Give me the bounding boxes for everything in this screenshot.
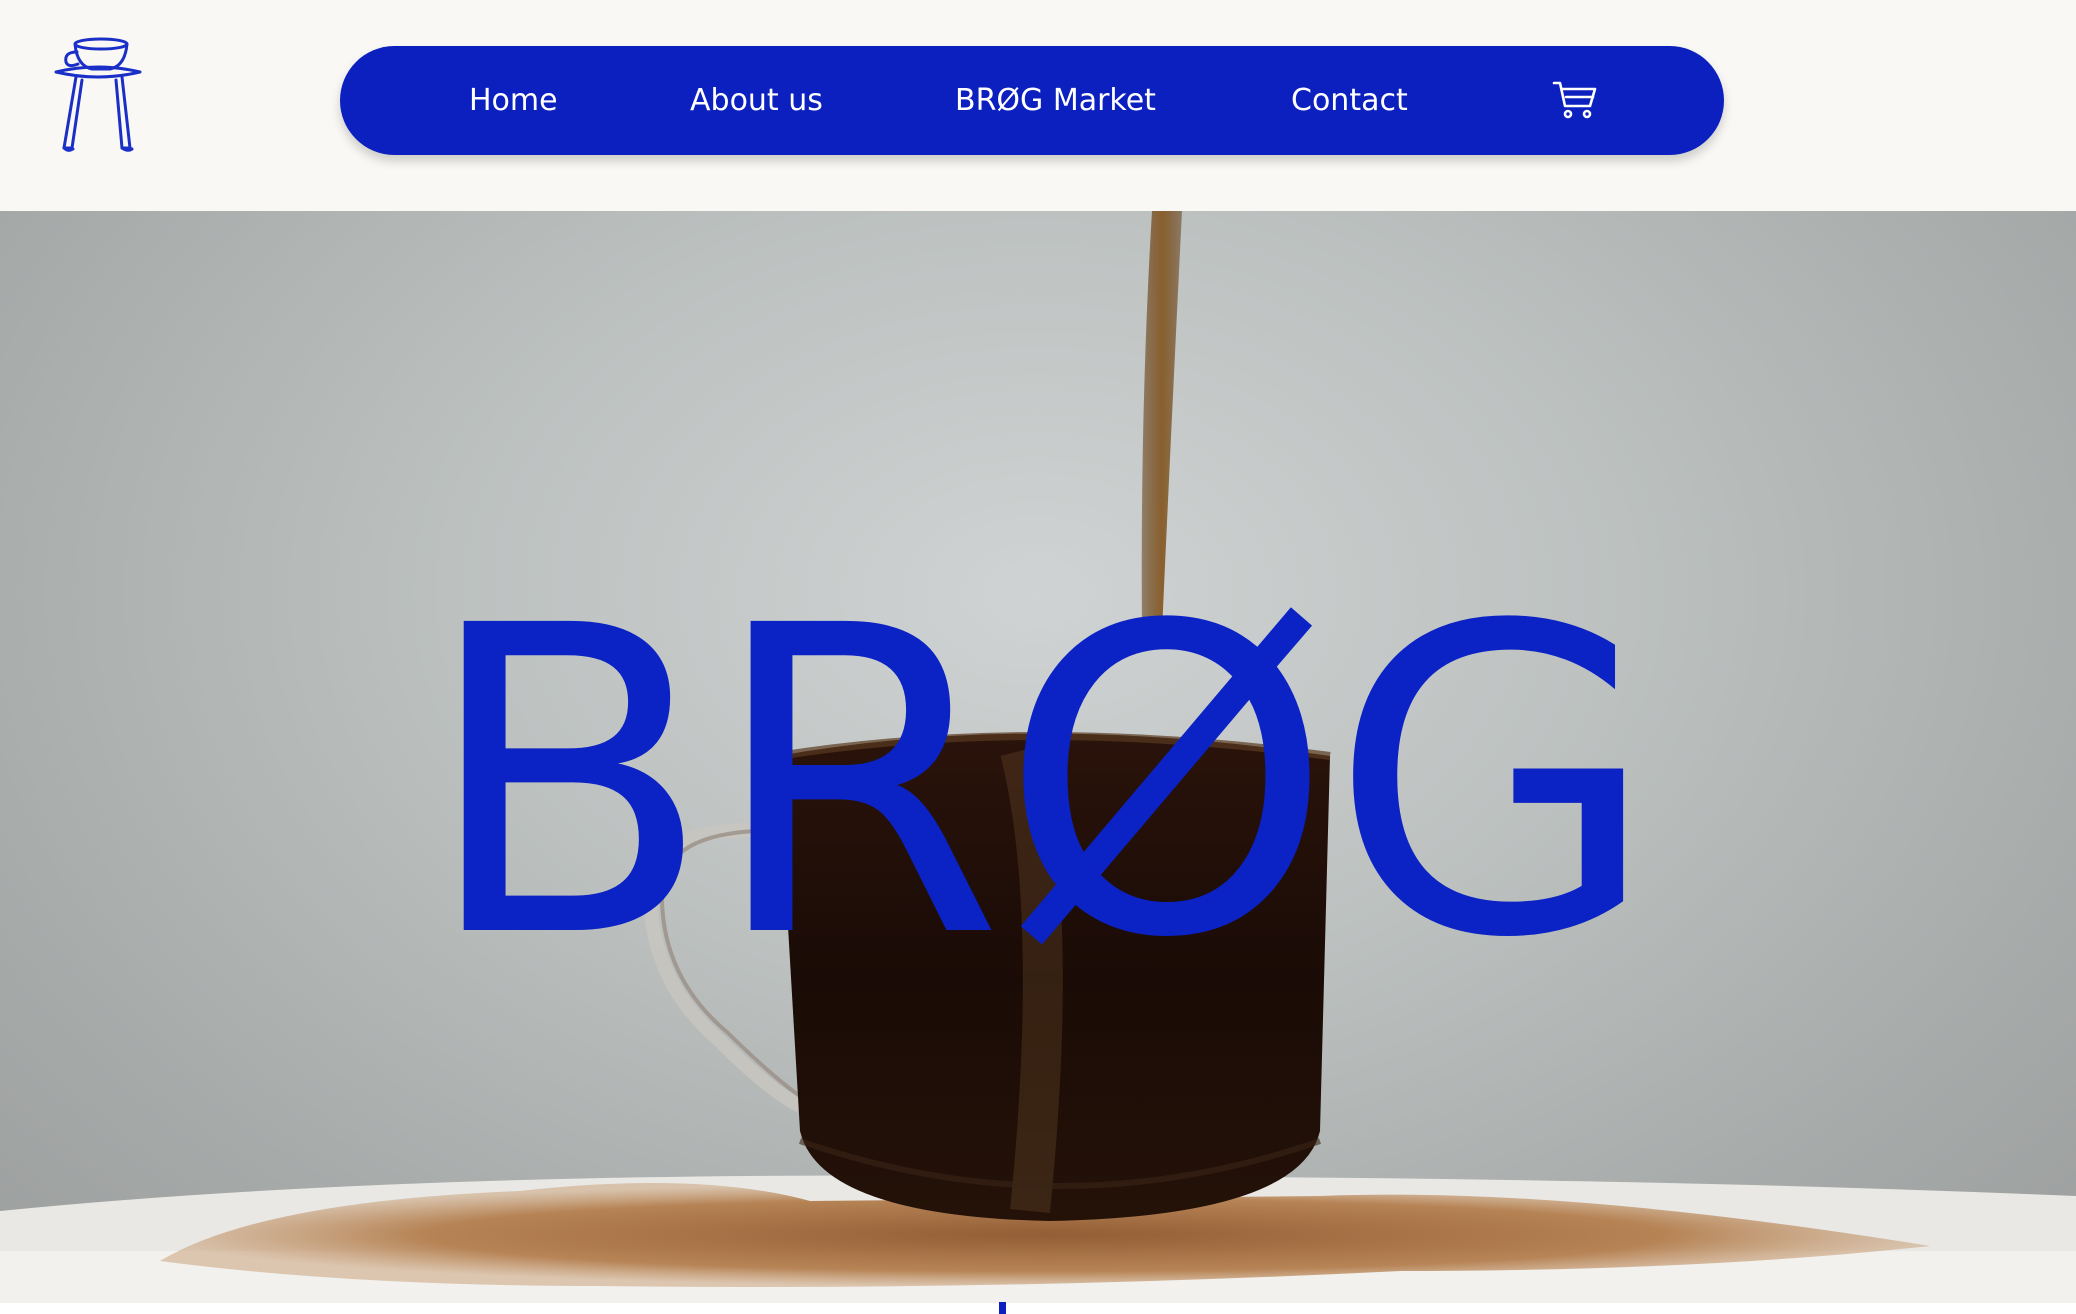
nav-about-us-link[interactable]: About us — [690, 46, 823, 155]
shopping-cart-icon[interactable] — [1552, 79, 1598, 121]
nav-brog-market-link[interactable]: BRØG Market — [955, 46, 1156, 155]
page-bottom-strip — [0, 1303, 2076, 1314]
main-navigation: Home About us BRØG Market Contact — [340, 46, 1724, 155]
cup-on-legs-logo-icon[interactable] — [48, 32, 148, 162]
hero-section: BRØG — [0, 211, 2076, 1303]
nav-contact-link[interactable]: Contact — [1291, 46, 1408, 155]
hero-brand-title: BRØG — [422, 536, 1658, 1030]
nav-home-link[interactable]: Home — [469, 46, 558, 155]
scroll-indicator — [999, 1302, 1006, 1314]
site-header: Home About us BRØG Market Contact — [0, 0, 2076, 211]
